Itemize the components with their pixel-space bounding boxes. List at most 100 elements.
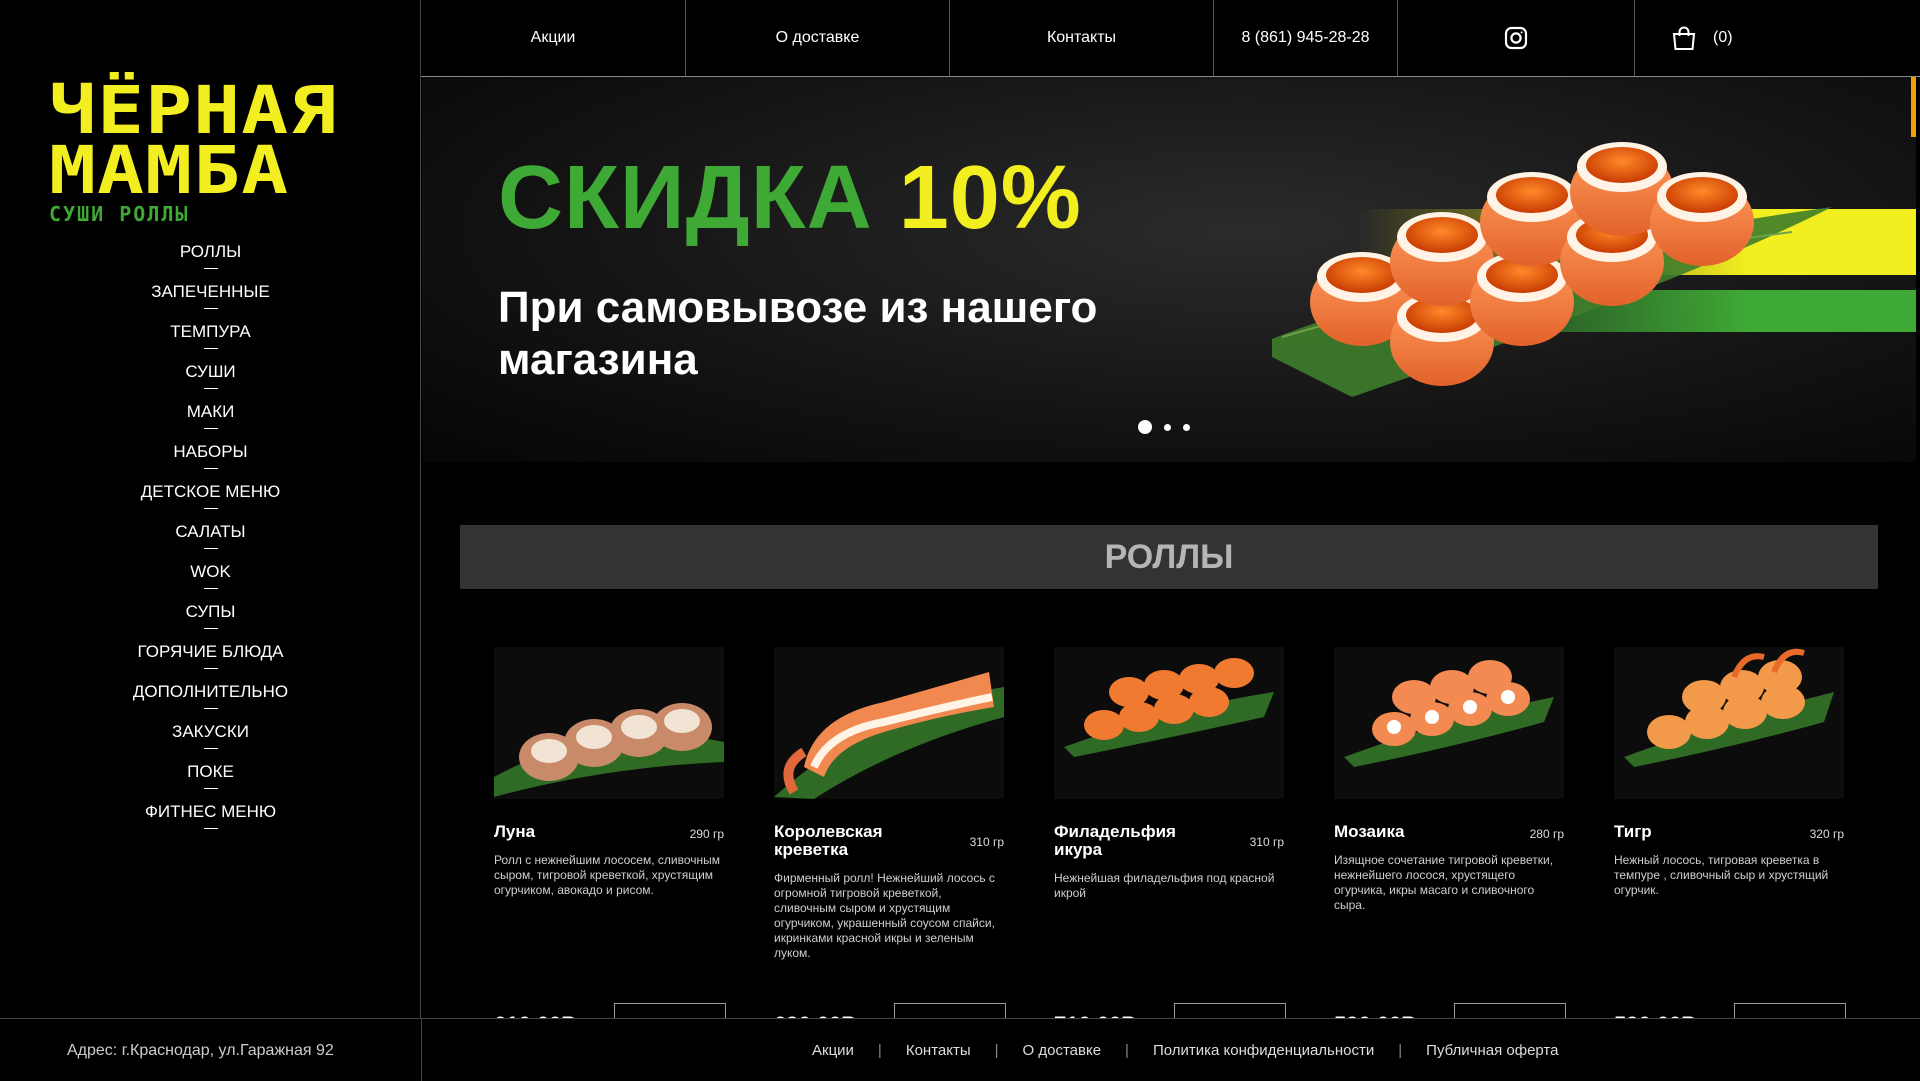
nav-contacts[interactable]: Контакты (950, 0, 1214, 76)
product-image[interactable] (1614, 647, 1844, 799)
product-name: Луна (494, 822, 536, 841)
footer-address: Адрес: г.Краснодар, ул.Гаражная 92 (67, 1042, 334, 1059)
slider-dot-3[interactable] (1183, 423, 1190, 431)
menu-item-wok[interactable]: WOK (0, 560, 421, 600)
product-image[interactable] (1334, 647, 1564, 799)
menu-divider (203, 388, 218, 389)
menu-item-label: РОЛЛЫ (179, 242, 242, 261)
menu-item-label: СУПЫ (185, 602, 236, 621)
menu-item-snacks[interactable]: ЗАКУСКИ (0, 720, 421, 760)
menu-item-label: ТЕМПУРА (170, 322, 251, 341)
menu-divider (203, 548, 218, 549)
menu-item-label: ПОКЕ (187, 762, 234, 781)
nav-phone[interactable]: 8 (861) 945-28-28 (1214, 0, 1398, 76)
product-image[interactable] (1054, 647, 1284, 799)
product-weight: 310 гр (1249, 835, 1284, 849)
footer-link-privacy[interactable]: Политика конфиденциальности (1153, 1042, 1374, 1059)
product-name: Тигр (1614, 822, 1652, 841)
menu-divider (203, 628, 218, 629)
banner-sushi-image (1272, 142, 1832, 397)
slider-dots (1138, 420, 1190, 434)
footer-link-offer[interactable]: Публичная оферта (1426, 1042, 1558, 1059)
cart-count: (0) (1713, 29, 1733, 46)
product-weight: 290 гр (689, 827, 724, 841)
menu-item-sushi[interactable]: СУШИ (0, 360, 421, 400)
product-name: Королевская креветка (774, 822, 883, 859)
menu-divider (203, 348, 218, 349)
menu-item-label: ФИТНЕС МЕНЮ (144, 802, 277, 821)
product-card[interactable]: Луна 290 гр Ролл с нежнейшим лососем, сл… (494, 647, 726, 1043)
instagram-icon (1504, 26, 1528, 50)
menu-item-label: ЗАПЕЧЕННЫЕ (151, 282, 270, 301)
footer-separator: | (877, 1042, 882, 1059)
footer-links: Акции | Контакты | О доставке | Политика… (812, 1042, 1558, 1059)
menu-divider (203, 588, 218, 589)
shopping-bag-icon (1672, 26, 1696, 50)
banner-title-yellow: 10% (898, 148, 1082, 248)
menu-item-poke[interactable]: ПОКЕ (0, 760, 421, 800)
menu-item-baked[interactable]: ЗАПЕЧЕННЫЕ (0, 280, 421, 320)
section-title: РОЛЛЫ (460, 525, 1878, 589)
product-card[interactable]: Мозаика 280 гр Изящное сочетание тигрово… (1334, 647, 1566, 1043)
menu-divider (203, 428, 218, 429)
footer: Адрес: г.Краснодар, ул.Гаражная 92 Акции… (0, 1018, 1920, 1081)
logo-line-2: МАМБА (49, 132, 290, 209)
product-image[interactable] (494, 647, 724, 799)
product-header: Тигр 320 гр (1614, 822, 1844, 842)
menu-item-extras[interactable]: ДОПОЛНИТЕЛЬНО (0, 680, 421, 720)
menu-divider (203, 828, 218, 829)
menu-item-rolls[interactable]: РОЛЛЫ (0, 240, 421, 280)
product-image[interactable] (774, 647, 1004, 799)
menu-divider (203, 708, 218, 709)
banner-accent (1911, 77, 1916, 137)
menu-item-soups[interactable]: СУПЫ (0, 600, 421, 640)
menu-item-label: СУШИ (185, 362, 236, 381)
promo-banner[interactable]: СКИДКА 10% При самовывозе из нашего мага… (422, 77, 1916, 462)
cart-button[interactable]: (0) (1635, 0, 1920, 76)
banner-subtitle: При самовывозе из нашего магазина (498, 283, 1098, 384)
footer-link-contacts[interactable]: Контакты (906, 1042, 971, 1059)
nav-promo[interactable]: Акции (421, 0, 686, 76)
menu-item-label: WOK (190, 562, 231, 581)
slider-dot-1[interactable] (1138, 420, 1152, 434)
menu-item-label: САЛАТЫ (175, 522, 246, 541)
menu-divider (203, 308, 218, 309)
brand-logo[interactable]: ЧЁРНАЯ МАМБА СУШИ РОЛЛЫ (49, 78, 374, 227)
menu-item-label: ДОПОЛНИТЕЛЬНО (132, 682, 289, 701)
product-description: Нежный лосось, тигровая креветка в темпу… (1614, 853, 1829, 897)
menu-item-maki[interactable]: МАКИ (0, 400, 421, 440)
product-name: Мозаика (1334, 822, 1405, 841)
menu-item-sets[interactable]: НАБОРЫ (0, 440, 421, 480)
category-menu: РОЛЛЫ ЗАПЕЧЕННЫЕ ТЕМПУРА СУШИ МАКИ НАБОР… (0, 240, 421, 840)
menu-item-label: ЗАКУСКИ (172, 722, 249, 741)
product-weight: 310 гр (969, 835, 1004, 849)
menu-divider (203, 468, 218, 469)
footer-separator: | (1398, 1042, 1403, 1059)
product-description: Ролл с нежнейшим лососем, сливочным сыро… (494, 853, 720, 897)
menu-item-fitness[interactable]: ФИТНЕС МЕНЮ (0, 800, 421, 840)
menu-divider (203, 788, 218, 789)
banner-title: СКИДКА 10% (498, 147, 1082, 250)
menu-item-label: ДЕТСКОЕ МЕНЮ (140, 482, 281, 501)
slider-dot-2[interactable] (1164, 423, 1171, 431)
product-description: Нежнейшая филадельфия под красной икрой (1054, 871, 1275, 900)
instagram-link[interactable] (1398, 0, 1635, 76)
product-card[interactable]: Филадельфия икура 310 гр Нежнейшая филад… (1054, 647, 1286, 1043)
product-card[interactable]: Королевская креветка 310 гр Фирменный ро… (774, 647, 1006, 1043)
menu-item-salads[interactable]: САЛАТЫ (0, 520, 421, 560)
product-weight: 280 гр (1529, 827, 1564, 841)
menu-item-tempura[interactable]: ТЕМПУРА (0, 320, 421, 360)
menu-item-label: НАБОРЫ (173, 442, 248, 461)
menu-item-label: МАКИ (186, 402, 235, 421)
menu-item-label: ГОРЯЧИЕ БЛЮДА (137, 642, 284, 661)
product-name: Филадельфия икура (1054, 822, 1176, 859)
menu-divider (203, 668, 218, 669)
nav-delivery[interactable]: О доставке (686, 0, 950, 76)
menu-item-hot-dishes[interactable]: ГОРЯЧИЕ БЛЮДА (0, 640, 421, 680)
menu-divider (203, 508, 218, 509)
top-navigation: Акции О доставке Контакты 8 (861) 945-28… (421, 0, 1920, 77)
product-card[interactable]: Тигр 320 гр Нежный лосось, тигровая крев… (1614, 647, 1846, 1043)
menu-item-kids[interactable]: ДЕТСКОЕ МЕНЮ (0, 480, 421, 520)
footer-link-delivery[interactable]: О доставке (1023, 1042, 1102, 1059)
footer-link-promo[interactable]: Акции (812, 1042, 854, 1059)
